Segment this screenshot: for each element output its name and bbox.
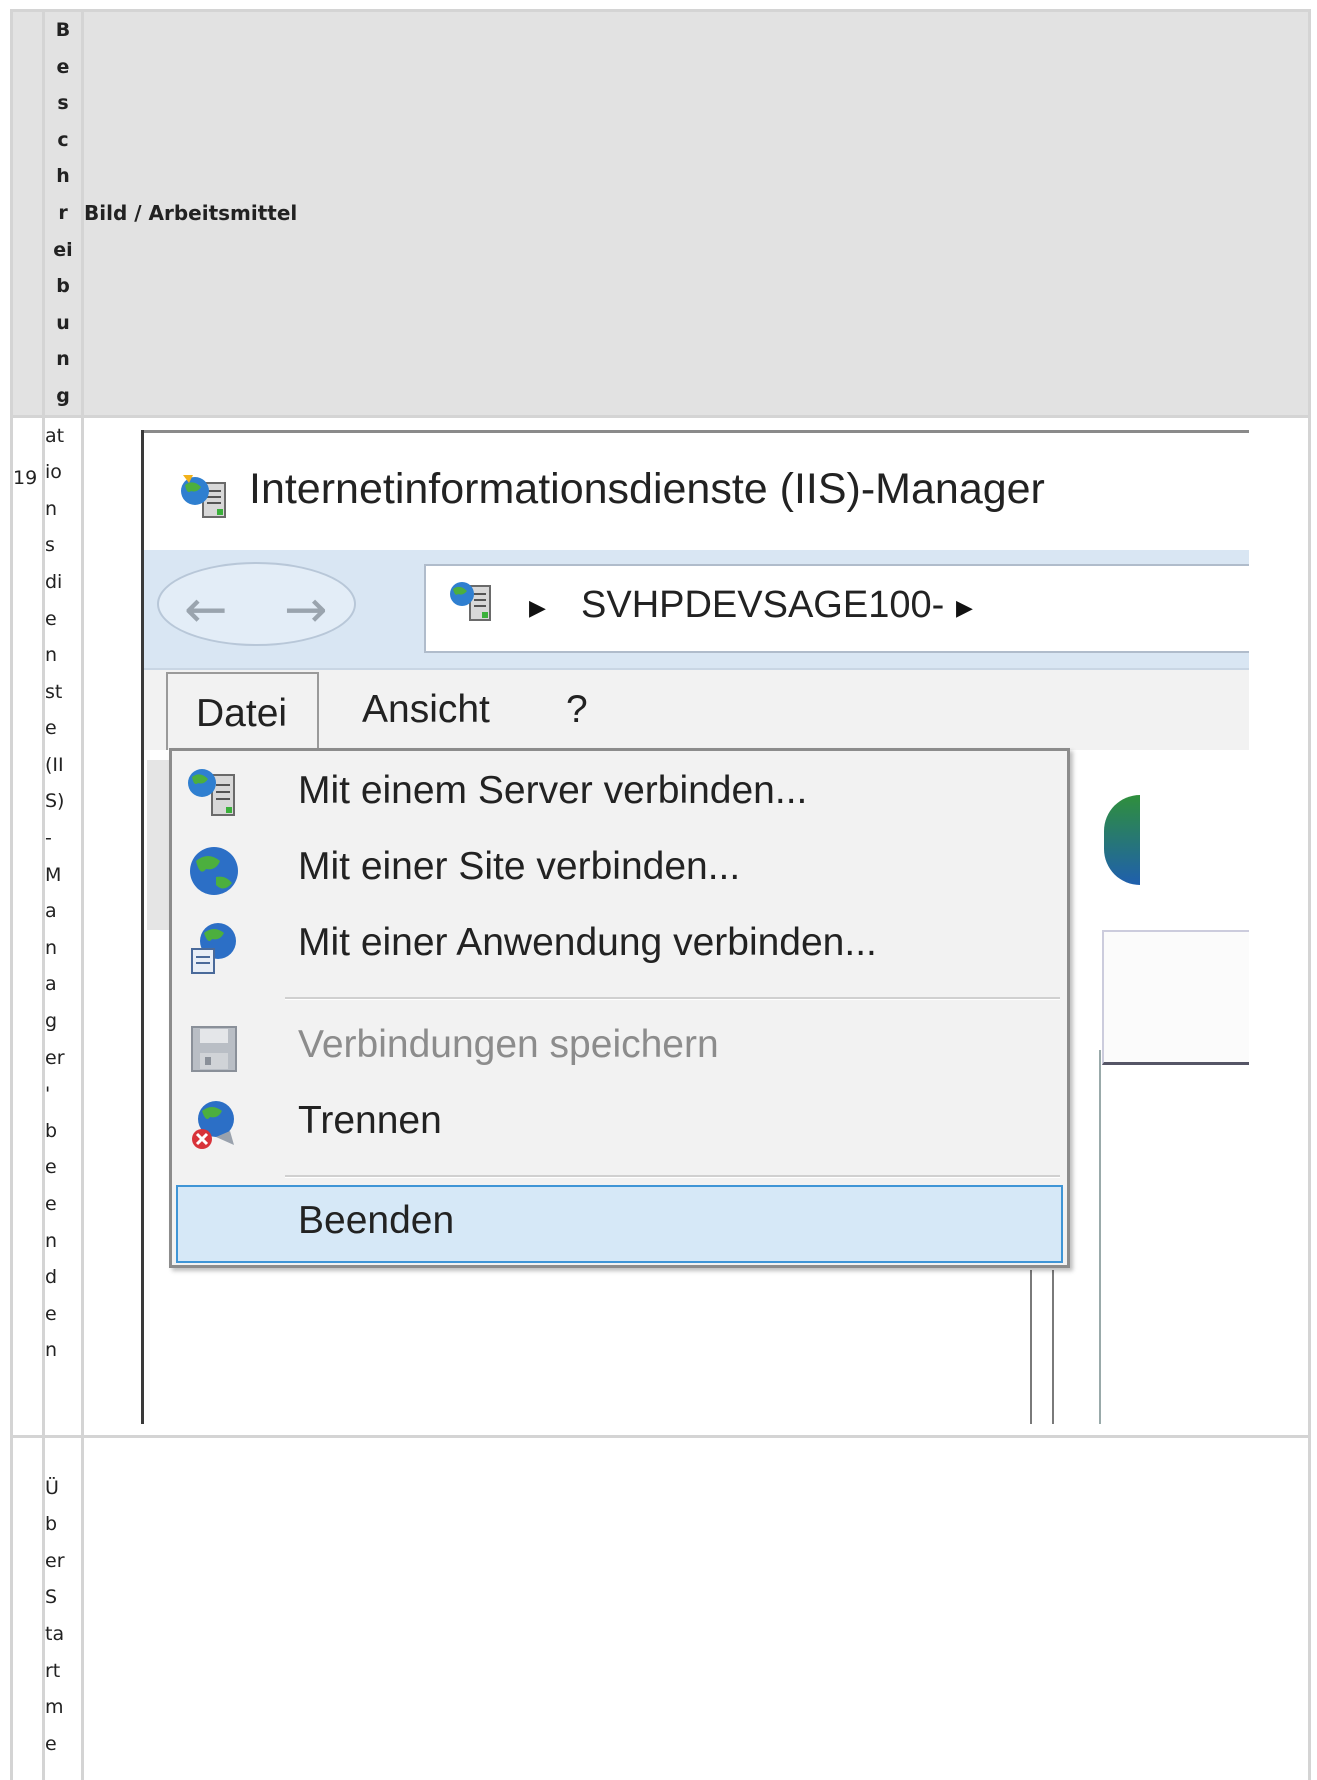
table-row: Üb er Sta rt m e [10,1434,1311,1780]
row-description-fragment: di [45,570,63,593]
row-description-fragment: e [45,1156,57,1179]
menu-ansicht[interactable]: Ansicht [362,670,490,750]
iis-manager-icon [181,474,226,518]
header-description-fragment: e [56,55,70,78]
menu-separator [285,996,1060,1000]
menu-item-disconnect[interactable]: Trennen [172,1087,1067,1161]
disconnect-icon [192,1100,234,1149]
row-image-cell [81,1434,1311,1780]
breadcrumb-separator-icon: ▶ [956,595,973,621]
menu-item-connect-server[interactable]: Mit einem Server verbinden... [172,757,1067,831]
row-number-cell: 19 [10,414,45,1438]
row-description-fragment: er [45,1046,65,1069]
header-description-fragment: n [56,348,70,371]
row-description-fragment: er [45,1549,65,1572]
header-description-fragment: h [56,165,70,188]
row-description-fragment: n [45,497,58,520]
row-description-fragment: e [45,1732,57,1755]
header-description-fragment: B [55,19,71,41]
menu-item-save-connections: Verbindungen speichern [172,1011,1067,1085]
address-server-name: SVHPDEVSAGE100- [581,583,945,626]
header-description-fragment: b [56,275,70,298]
header-description-fragment: s [57,92,69,115]
header-image-label: Bild / Arbeitsmittel [84,201,298,226]
row-description-fragment: a [45,900,57,923]
header-image-cell: Bild / Arbeitsmittel [81,9,1311,418]
row-description-fragment: S) [45,790,65,813]
row-number-fragment: 9 [25,466,38,489]
row-description-fragment: - [45,827,52,850]
content-panel-edge [1102,929,1249,1065]
row-description-fragment: at [45,424,65,447]
row-description-cell: Üb er Sta rt m e [42,1434,84,1780]
table-header-row: Be s c h r ei b u n g Bild / Arbeitsmittel [10,9,1311,418]
row-number: 19 [13,460,42,496]
menu-datei[interactable]: Datei [166,671,320,752]
menu-separator [285,1174,1060,1178]
row-description-fragment: n [45,1229,58,1252]
header-description-fragment: r [58,201,68,224]
row-description-text: at io n s di e n st e (II S) - Ma n a g er ' b e e n d e n [45,418,81,1369]
header-description-fragment: c [57,128,69,151]
menu-item-exit[interactable]: Beenden [176,1184,1063,1263]
row-description-fragment: n [45,936,58,959]
row-description-fragment: rt [45,1659,61,1682]
menu-item-connect-site[interactable]: Mit einer Site verbinden... [172,833,1067,907]
row-description-fragment: e [45,607,57,630]
window-title-bar: Internetinformationsdienste (IIS)-Manage… [144,432,1249,550]
header-description-fragment: ei [53,238,73,261]
row-image-cell: Internetinformationsdienste (IIS)-Manage… [81,414,1311,1438]
row-description-fragment: ta [45,1623,65,1646]
server-icon [450,581,491,621]
row-description-fragment: M [45,863,62,886]
header-description-cell: Be s c h r ei b u n g [42,9,84,418]
row-description-fragment: g [45,1010,58,1033]
row-description-fragment: d [45,1266,58,1289]
header-description-fragment: g [56,384,70,407]
instruction-table: Be s c h r ei b u n g Bild / Arbeitsmittel 19 at i… [10,9,1311,1780]
row-description-cell: at io n s di e n st e (II S) - Ma n a g er ' b e e n d e n [42,414,84,1438]
row-description-text: Üb er Sta rt m e [45,1470,81,1763]
globe-icon [190,846,238,895]
row-description-fragment: a [45,973,57,996]
globe-icon [1104,794,1140,885]
row-description-fragment: e [45,1302,57,1325]
row-description-fragment: b [45,1119,58,1142]
row-description-fragment: S [45,1586,58,1609]
document-page: Be s c h r ei b u n g Bild / Arbeitsmittel 19 at i… [0,0,1317,1780]
row-description-fragment: ' [45,1083,51,1106]
window-title: Internetinformationsdienste (IIS)-Manage… [249,464,1045,513]
row-description-fragment: n [45,644,58,667]
address-bar[interactable]: ▶ SVHPDEVSAGE100- ▶ [424,563,1249,653]
header-description-text: Be s c h r ei b u n g [45,12,81,415]
row-number-fragment: 1 [13,466,26,489]
breadcrumb-separator-icon: ▶ [529,595,546,621]
save-disk-icon [191,1025,237,1072]
row-description-fragment: n [45,1339,58,1362]
header-number-cell [10,9,45,418]
forward-arrow-icon[interactable]: → [284,584,328,636]
application-globe-icon [191,922,236,974]
row-description-fragment: (II [45,753,64,776]
navigation-bar: ← → ▶ SVHPDEVSAGE100- ▶ [144,549,1249,670]
row-description-fragment: m [45,1696,64,1719]
datei-dropdown-menu: Mit einem Server verbinden... Mit einer … [169,747,1070,1268]
iis-manager-screenshot: Internetinformationsdienste (IIS)-Manage… [141,429,1249,1424]
row-description-fragment: io [45,461,62,484]
header-description-fragment: u [56,311,70,334]
row-description-fragment: Ü [45,1476,59,1499]
table-row: 19 at io n s di e n st e (II S) - Ma n a g er ' b e e n d e n [10,414,1311,1438]
menu-bar: Datei Ansicht ? [144,669,1249,752]
menu-item-connect-application[interactable]: Mit einer Anwendung verbinden... [172,909,1067,983]
row-number-cell [10,1434,45,1780]
menu-help[interactable]: ? [566,670,588,750]
server-icon [188,768,235,816]
row-description-fragment: e [45,1193,57,1215]
row-description-fragment: st [45,680,63,703]
back-arrow-icon[interactable]: ← [184,584,228,636]
row-description-fragment: e [45,717,57,740]
row-description-fragment: s [45,534,55,557]
row-description-fragment: b [45,1513,58,1536]
